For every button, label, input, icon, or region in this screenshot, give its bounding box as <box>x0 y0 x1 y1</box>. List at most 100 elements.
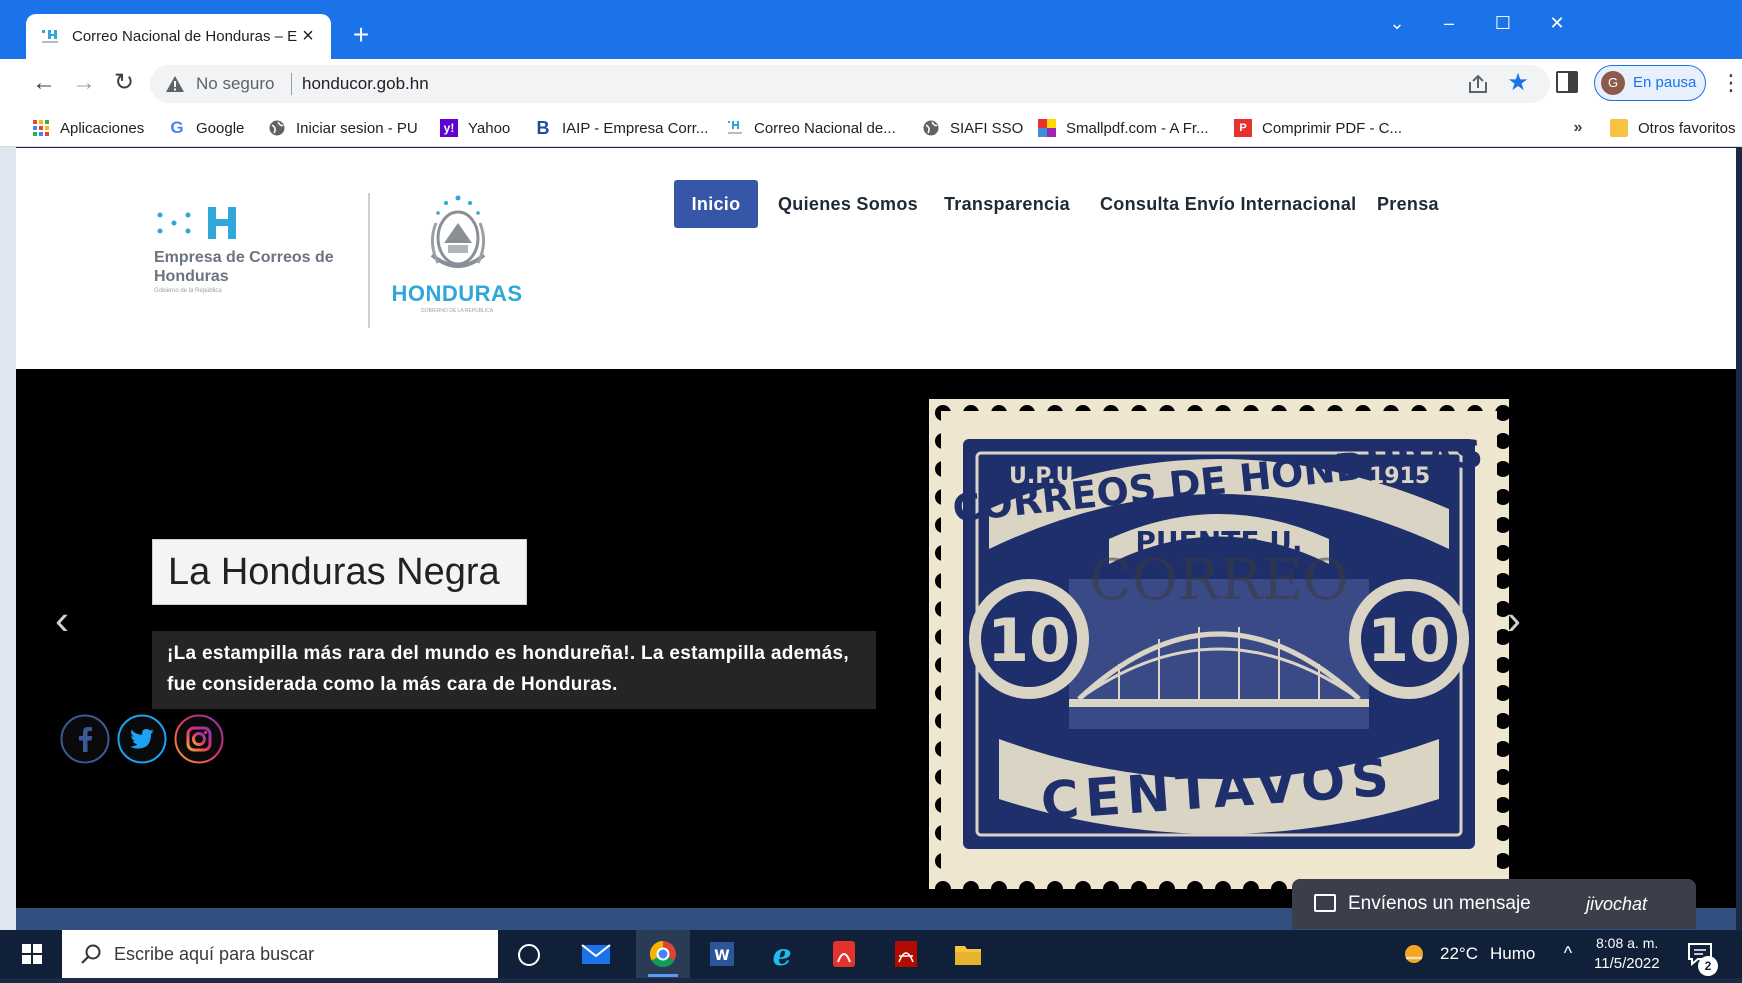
tab-title: Correo Nacional de Honduras – E <box>72 28 297 45</box>
acrobat-icon[interactable] <box>822 936 866 972</box>
bookmark-iniciar-sesion[interactable]: Iniciar sesion - PU <box>268 115 418 141</box>
bookmark-label: Yahoo <box>468 119 511 137</box>
notification-count-badge: 2 <box>1698 956 1718 976</box>
avatar: G <box>1601 71 1625 95</box>
bookmark-comprimir-pdf[interactable]: P Comprimir PDF - C... <box>1234 115 1402 141</box>
slide-title: La Honduras Negra <box>168 551 500 593</box>
bookmark-correo-nacional[interactable]: Correo Nacional de... <box>726 115 896 141</box>
nav-transparencia[interactable]: Transparencia <box>944 180 1070 228</box>
bookmark-yahoo[interactable]: y! Yahoo <box>440 115 510 141</box>
browser-menu-icon[interactable]: ⋮ <box>1720 67 1742 99</box>
correos-logo[interactable]: Empresa de Correos de Honduras Gobierno … <box>154 203 374 308</box>
share-icon[interactable] <box>1466 72 1490 96</box>
folder-icon <box>1610 119 1628 137</box>
word-icon[interactable]: W <box>700 936 744 972</box>
twitter-icon[interactable] <box>117 714 167 764</box>
instagram-icon[interactable] <box>174 714 224 764</box>
task-view-icon[interactable] <box>518 944 540 966</box>
windows-taskbar: Escribe aquí para buscar W e 22°C Humo ^… <box>0 930 1742 978</box>
bookmark-label: IAIP - Empresa Corr... <box>562 119 709 137</box>
nav-quienes-somos[interactable]: Quienes Somos <box>778 180 918 228</box>
reload-button[interactable]: ↻ <box>106 65 142 101</box>
yahoo-icon: y! <box>440 119 458 137</box>
honduras-wordmark: HONDURAS <box>391 281 523 306</box>
bookmark-star-icon[interactable]: ★ <box>1504 69 1532 97</box>
bookmark-label: Comprimir PDF - C... <box>1262 119 1402 137</box>
ilovepdf-icon: P <box>1234 119 1252 137</box>
iaip-icon: B <box>536 118 550 138</box>
bookmarks-bar: Aplicaciones G Google Iniciar sesion - P… <box>0 109 1742 147</box>
bookmark-smallpdf[interactable]: Smallpdf.com - A Fr... <box>1038 115 1209 141</box>
tab-close-icon[interactable]: × <box>296 24 320 48</box>
bookmark-other-favorites[interactable]: Otros favoritos <box>1610 115 1736 141</box>
taskbar-search-input[interactable]: Escribe aquí para buscar <box>62 930 498 978</box>
chrome-taskbar-button[interactable] <box>636 930 690 978</box>
logo-name: Empresa de Correos de Honduras <box>154 249 334 285</box>
url-text[interactable]: honducor.gob.hn <box>302 73 429 95</box>
desktop-edge <box>0 59 16 930</box>
chat-brand: jivochat <box>1586 894 1648 914</box>
bookmark-label: Otros favoritos <box>1638 119 1736 137</box>
bookmarks-overflow-icon[interactable]: » <box>1566 115 1590 141</box>
bookmark-iaip[interactable]: B IAIP - Empresa Corr... <box>534 115 709 141</box>
svg-text:W: W <box>714 948 729 964</box>
file-explorer-icon[interactable] <box>946 936 990 972</box>
bookmark-aplicaciones[interactable]: Aplicaciones <box>32 115 144 141</box>
clock-time[interactable]: 8:08 a. m. <box>1596 934 1658 952</box>
weather-icon[interactable] <box>1402 942 1426 966</box>
apps-grid-icon <box>33 120 49 136</box>
bookmark-google[interactable]: G Google <box>168 115 244 141</box>
browser-tab-active[interactable]: Correo Nacional de Honduras – E × <box>26 14 331 59</box>
globe-icon <box>923 120 939 136</box>
profile-button[interactable]: G En pausa <box>1594 65 1706 101</box>
stamp-upu-text: U.P.U <box>1009 464 1074 489</box>
tray-expand-icon[interactable]: ^ <box>1558 940 1578 966</box>
smallpdf-icon <box>1038 119 1056 137</box>
svg-text:e: e <box>772 938 791 972</box>
honduras-coat-of-arms-icon <box>430 195 486 268</box>
slider-prev-icon[interactable]: ‹ <box>42 595 82 645</box>
logo-divider <box>368 193 370 328</box>
tab-strip: Correo Nacional de Honduras – E × + ⌄ – … <box>0 0 1742 59</box>
site-header: Empresa de Correos de Honduras Gobierno … <box>16 148 1736 369</box>
tab-search-icon[interactable]: ⌄ <box>1374 8 1420 38</box>
logo-subtitle: Gobierno de la República <box>154 288 222 294</box>
windows-start-icon[interactable] <box>8 936 56 972</box>
nav-inicio[interactable]: Inicio <box>674 180 758 228</box>
stamp-year-text: 1915 <box>1369 464 1430 489</box>
back-button[interactable]: ← <box>26 65 62 101</box>
browser-toolbar: ← → ↻ No seguro honducor.gob.hn ★ G En p… <box>0 59 1742 109</box>
honducor-favicon-icon <box>42 30 58 43</box>
maximize-button[interactable]: ☐ <box>1480 8 1526 38</box>
stamp-value-right: 10 <box>1367 606 1451 676</box>
internet-explorer-icon[interactable]: e <box>760 936 804 972</box>
acrobat-reader-icon[interactable] <box>884 936 928 972</box>
browser-chrome: Correo Nacional de Honduras – E × + ⌄ – … <box>0 0 1742 148</box>
honduras-logo: HONDURAS GOBIERNO DE LA REPÚBLICA <box>382 193 542 333</box>
chat-widget-button[interactable]: Envíenos un mensaje jivochat <box>1292 879 1696 929</box>
security-status[interactable]: No seguro <box>196 73 274 95</box>
omnibox-divider <box>291 73 292 95</box>
mail-app-icon[interactable] <box>574 936 618 972</box>
weather-temperature[interactable]: 22°C <box>1440 943 1478 965</box>
warning-icon[interactable] <box>164 73 186 95</box>
clock-date[interactable]: 11/5/2022 <box>1594 954 1660 974</box>
address-bar[interactable]: No seguro honducor.gob.hn ★ <box>150 65 1550 103</box>
chrome-icon <box>648 940 678 977</box>
globe-icon <box>269 120 285 136</box>
facebook-icon[interactable] <box>60 714 110 764</box>
google-icon: G <box>170 118 184 137</box>
close-window-button[interactable]: ✕ <box>1534 8 1580 38</box>
bookmark-siafi[interactable]: SIAFI SSO <box>922 115 1023 141</box>
nav-prensa[interactable]: Prensa <box>1377 180 1439 228</box>
nav-consulta-envio[interactable]: Consulta Envío Internacional <box>1100 180 1356 228</box>
weather-condition[interactable]: Humo <box>1490 943 1535 965</box>
mail-icon <box>1314 894 1336 912</box>
new-tab-button[interactable]: + <box>346 20 376 50</box>
forward-button[interactable]: → <box>66 65 102 101</box>
search-icon <box>81 944 101 964</box>
minimize-button[interactable]: – <box>1426 8 1472 38</box>
stamp-overprint: CORREO <box>1089 548 1349 613</box>
correos-logo-mark-icon <box>157 207 236 239</box>
side-panel-icon[interactable] <box>1556 71 1578 93</box>
